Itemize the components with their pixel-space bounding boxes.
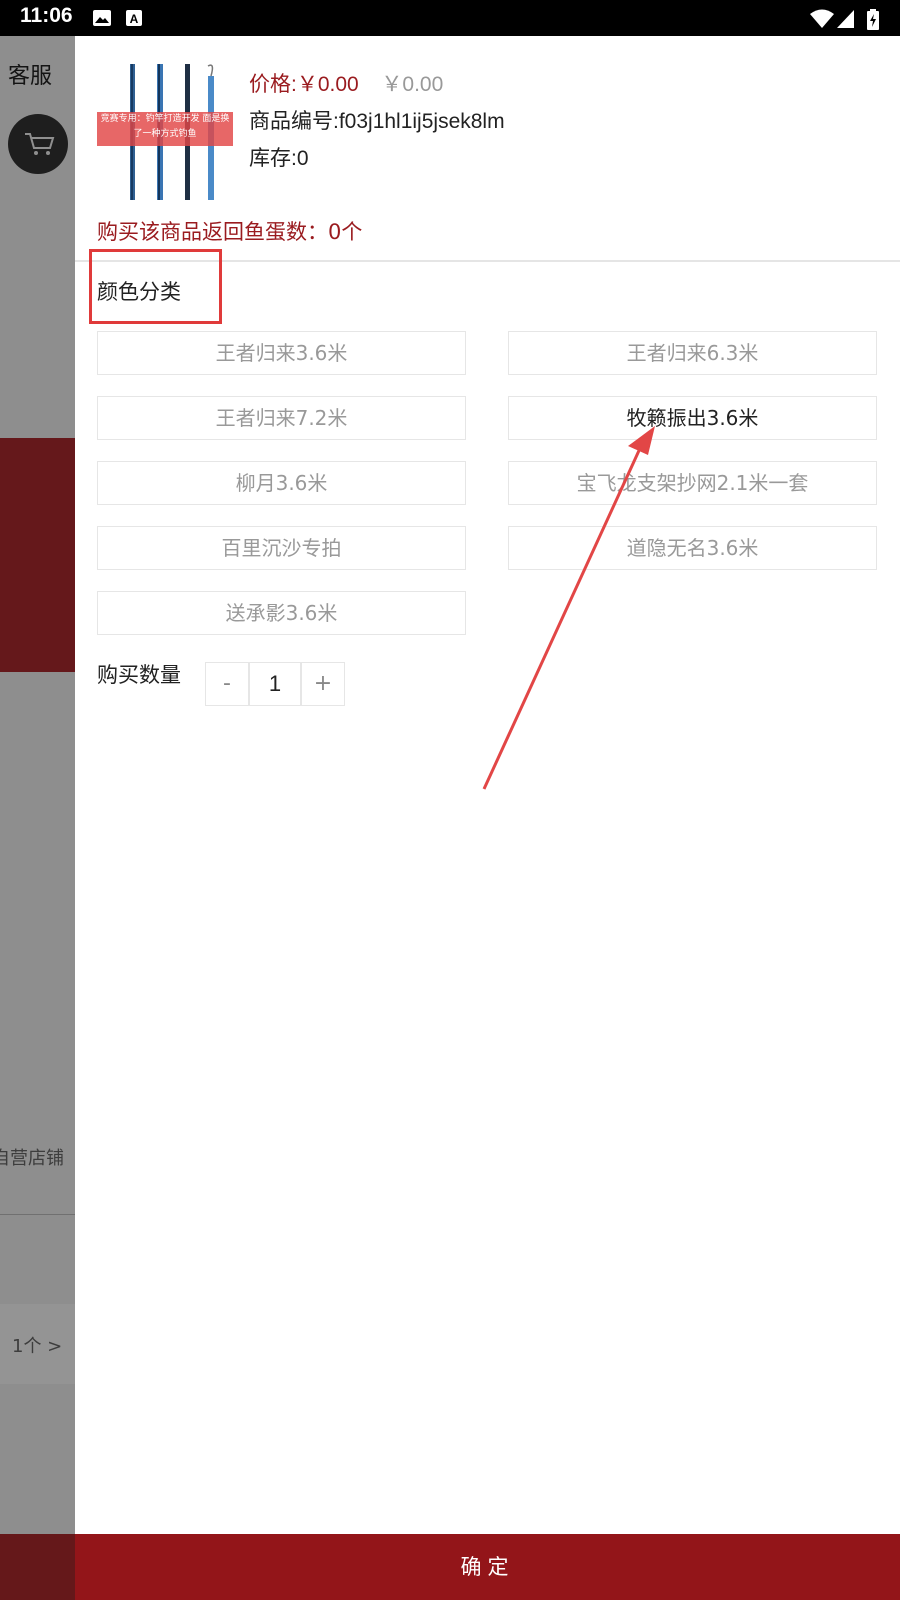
confirm-button[interactable]: 确定 [75, 1534, 900, 1600]
spec-option[interactable]: 王者归来3.6米 [97, 331, 466, 375]
quantity-decrease-button[interactable]: - [205, 662, 249, 706]
modal-overlay[interactable] [0, 36, 75, 1600]
highlight-box [89, 249, 222, 324]
price-row: 价格:￥0.00 ￥0.00 [249, 68, 443, 98]
price: 价格:￥0.00 [249, 73, 359, 96]
stock: 库存:0 [249, 147, 309, 170]
a-icon: A [126, 10, 142, 26]
status-time: 11:06 [20, 4, 73, 27]
spec-option[interactable]: 王者归来7.2米 [97, 396, 466, 440]
spec-option[interactable]: 道隐无名3.6米 [508, 526, 877, 570]
original-price: ￥0.00 [381, 73, 444, 96]
rebate-info: 购买该商品返回鱼蛋数：0个 [97, 220, 363, 244]
svg-text:A: A [130, 12, 139, 26]
battery-icon [867, 9, 879, 30]
spec-option-selected[interactable]: 牧籁振出3.6米 [508, 396, 877, 440]
spec-option[interactable]: 柳月3.6米 [97, 461, 466, 505]
quantity-input[interactable]: 1 [249, 662, 301, 706]
spec-option[interactable]: 王者归来6.3米 [508, 331, 877, 375]
spec-option[interactable]: 百里沉沙专拍 [97, 526, 466, 570]
wifi-icon [810, 9, 834, 28]
signal-icon [837, 10, 854, 28]
spec-option[interactable]: 宝飞龙支架抄网2.1米一套 [508, 461, 877, 505]
quantity-label: 购买数量 [97, 663, 181, 687]
product-image-caption: 竞赛专用：钓竿打造开发 面是换了一种方式钓鱼 [97, 112, 233, 146]
product-sku: 商品编号:f03j1hl1ij5jsek8lm [249, 110, 505, 133]
sku-sheet: 竞赛专用：钓竿打造开发 面是换了一种方式钓鱼 价格:￥0.00 ￥0.00 商品… [75, 36, 900, 1600]
product-image: 竞赛专用：钓竿打造开发 面是换了一种方式钓鱼 [97, 64, 233, 200]
quantity-increase-button[interactable]: + [301, 662, 345, 706]
spec-option[interactable]: 送承影3.6米 [97, 591, 466, 635]
image-icon [93, 10, 111, 26]
status-bar: 11:06 A [0, 0, 900, 36]
